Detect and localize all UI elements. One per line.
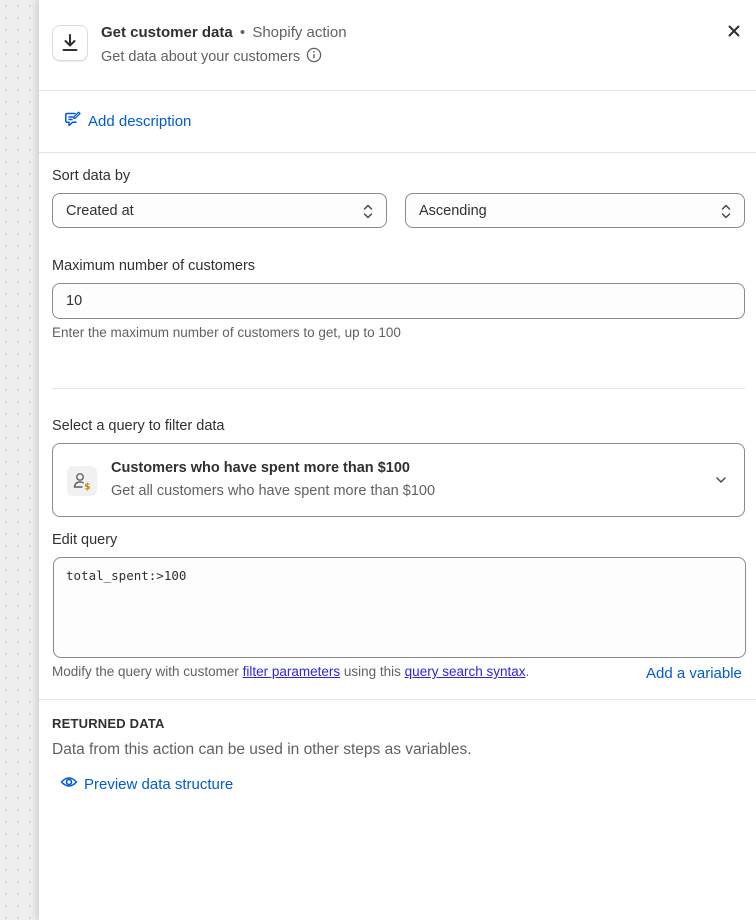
returned-data-text: Data from this action can be used in oth… [52, 741, 472, 758]
close-icon[interactable] [725, 22, 743, 40]
add-description-button[interactable]: Add description [64, 110, 191, 132]
add-variable-button[interactable]: Add a variable [646, 665, 742, 682]
page-title: Get customer data • Shopify action [101, 24, 347, 41]
returned-data-heading: RETURNED DATA [52, 716, 165, 731]
query-editor[interactable]: total_spent:>100 [53, 557, 746, 658]
help-mid: using this [340, 664, 405, 679]
eye-icon [60, 773, 78, 795]
chevron-up-down-icon [362, 203, 374, 224]
help-prefix: Modify the query with customer [52, 664, 243, 679]
sort-label: Sort data by [52, 168, 131, 184]
query-syntax-link[interactable]: query search syntax [405, 664, 526, 679]
sort-order-select[interactable]: Ascending [405, 193, 745, 228]
workflow-canvas [0, 0, 40, 920]
action-title: Get customer data [101, 24, 233, 41]
query-select[interactable]: $ Customers who have spent more than $10… [52, 443, 745, 517]
max-customers-help: Enter the maximum number of customers to… [52, 325, 401, 340]
query-description: Get all customers who have spent more th… [111, 483, 436, 499]
query-editor-value: total_spent:>100 [66, 568, 187, 583]
edit-query-help: Modify the query with customer filter pa… [52, 664, 529, 679]
action-source: Shopify action [252, 24, 347, 41]
comment-edit-icon [64, 110, 82, 132]
sort-order-value: Ascending [419, 202, 487, 219]
max-customers-input[interactable]: 10 [52, 283, 745, 319]
svg-text:$: $ [84, 483, 90, 492]
action-panel: Get customer data • Shopify action Get d… [39, 0, 756, 920]
section-divider [52, 388, 745, 389]
preview-label: Preview data structure [84, 775, 234, 793]
query-label: Select a query to filter data [52, 418, 225, 434]
chevron-down-icon [714, 473, 728, 492]
subtitle-text: Get data about your customers [101, 49, 301, 65]
action-subtitle: Get data about your customers [101, 47, 322, 67]
help-suffix: . [525, 664, 530, 679]
description-section: Add description [39, 91, 756, 153]
info-icon[interactable] [306, 47, 322, 67]
preview-data-structure-button[interactable]: Preview data structure [60, 773, 233, 795]
title-separator: • [239, 24, 246, 41]
edit-query-label: Edit query [52, 532, 118, 548]
add-description-label: Add description [88, 112, 192, 130]
customer-dollar-icon: $ [67, 466, 97, 496]
download-icon [52, 25, 88, 61]
chevron-up-down-icon [720, 203, 732, 224]
panel-header: Get customer data • Shopify action Get d… [39, 0, 756, 91]
max-customers-label: Maximum number of customers [52, 258, 256, 274]
sort-field-value: Created at [66, 202, 134, 219]
section-divider [39, 699, 756, 700]
sort-field-select[interactable]: Created at [52, 193, 387, 228]
query-title: Customers who have spent more than $100 [111, 460, 410, 476]
max-customers-value: 10 [66, 293, 83, 309]
filter-parameters-link[interactable]: filter parameters [243, 664, 341, 679]
